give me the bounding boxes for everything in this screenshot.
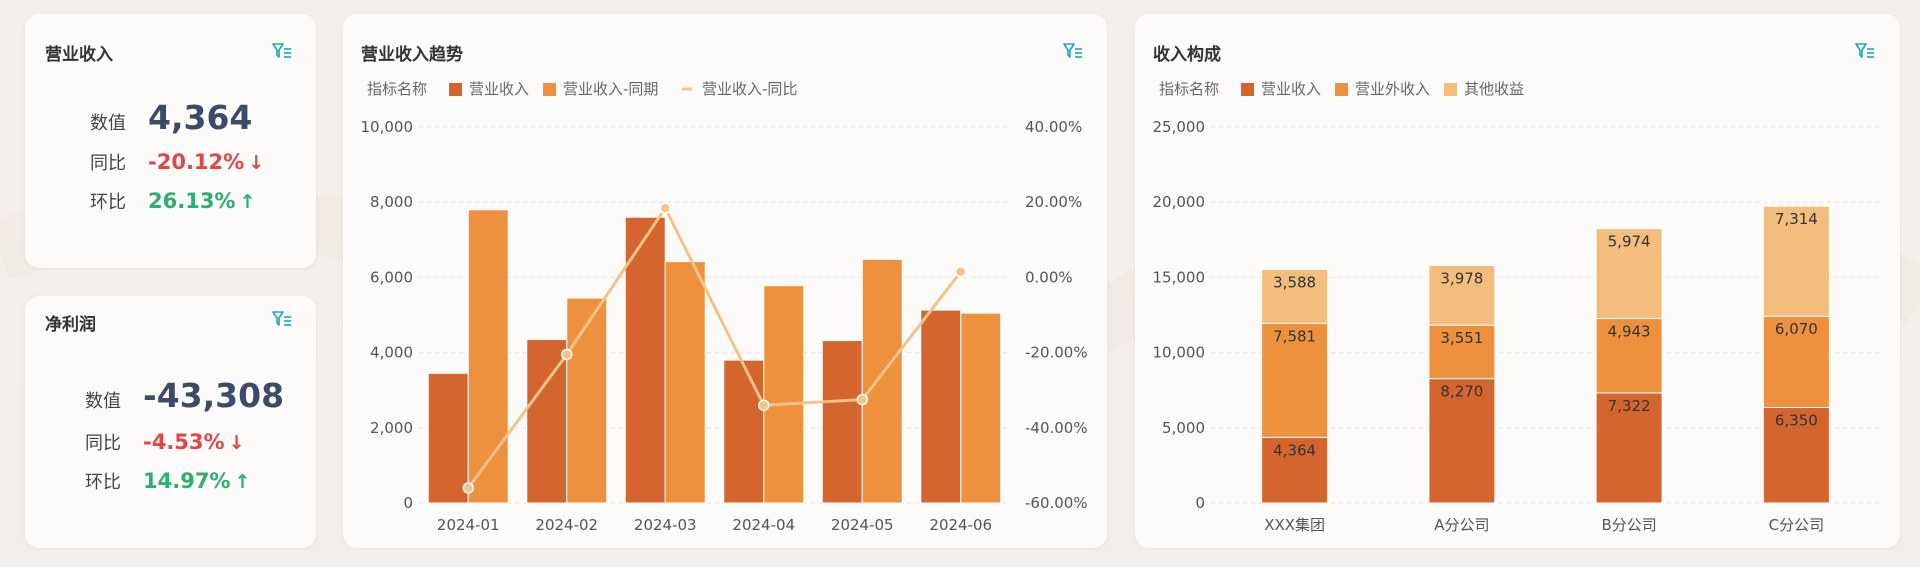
card-title: 营业收入 — [45, 45, 113, 65]
legend-item-label: 营业收入 — [1261, 80, 1321, 98]
x-tick-label: 2024-02 — [535, 516, 598, 534]
data-label: 5,974 — [1608, 233, 1651, 251]
x-tick-label: 2024-03 — [634, 516, 697, 534]
value-label: 数值 — [90, 113, 126, 134]
arrow-down-icon: ↓ — [228, 432, 245, 454]
line-point — [659, 202, 671, 214]
yoy-value: -4.53% — [143, 430, 225, 454]
y-tick-label: 8,000 — [370, 193, 413, 211]
data-label: 7,322 — [1608, 397, 1651, 415]
chart-title: 营业收入趋势 — [361, 45, 463, 65]
bar-revenue — [723, 359, 765, 504]
x-tick-label: XXX集团 — [1264, 516, 1325, 534]
data-label: 7,314 — [1775, 210, 1818, 228]
x-tick-label: A分公司 — [1434, 516, 1489, 534]
line-point — [561, 348, 573, 361]
filter-icon[interactable] — [1855, 42, 1875, 60]
kpi-card-net-profit: 净利润 数值 -43,308 同比 -4.53% ↓ 环比 14.97% ↑ — [25, 296, 316, 548]
line-point — [856, 393, 868, 406]
kpi-value: -43,308 — [143, 376, 285, 415]
line-point — [955, 266, 967, 278]
card-title: 净利润 — [45, 315, 96, 335]
yoy-label: 同比 — [85, 433, 121, 454]
data-label: 6,350 — [1775, 411, 1818, 429]
arrow-down-icon: ↓ — [248, 152, 265, 174]
filter-icon[interactable] — [272, 42, 292, 60]
line-point — [758, 399, 770, 411]
legend-item-label: 其他收益 — [1464, 80, 1524, 98]
legend-swatch — [543, 83, 556, 96]
legend-swatch — [1241, 83, 1254, 96]
y-tick-label: 10,000 — [1153, 344, 1206, 362]
y2-tick-label: -40.00% — [1025, 419, 1088, 437]
y-tick-label: 2,000 — [370, 419, 413, 437]
y-tick-label: 6,000 — [370, 268, 413, 286]
legend-title: 指标名称 — [367, 80, 427, 98]
data-label: 3,978 — [1440, 269, 1483, 287]
bar-revenue-prior — [861, 258, 903, 504]
arrow-up-icon: ↑ — [234, 471, 251, 493]
mom-label: 环比 — [90, 192, 126, 213]
yoy-label: 同比 — [90, 153, 126, 174]
data-label: 6,070 — [1775, 320, 1818, 338]
x-tick-label: 2024-01 — [437, 516, 500, 534]
y-tick-label: 4,000 — [370, 344, 413, 362]
bar-revenue — [427, 372, 469, 504]
bar-revenue-prior — [664, 261, 706, 504]
legend-title: 指标名称 — [1159, 80, 1219, 98]
y-tick-label: 25,000 — [1153, 118, 1206, 136]
kpi-value: 4,364 — [148, 98, 253, 137]
revenue-composition-chart: 指标名称 营业收入 营业外收入 其他收益 25,000 20,000 15,000 10,00… — [1153, 80, 1880, 534]
y-tick-label: 5,000 — [1162, 419, 1205, 437]
bar-revenue-prior — [566, 297, 608, 504]
mom-label: 环比 — [85, 472, 121, 493]
x-tick-label: 2024-05 — [831, 516, 894, 534]
y2-tick-label: 20.00% — [1025, 193, 1082, 211]
mom-value: 26.13% — [148, 189, 236, 213]
filter-icon[interactable] — [272, 310, 292, 328]
legend-swatch — [1444, 83, 1457, 96]
revenue-trend-chart: 指标名称 营业收入 营业收入-同期 营业收入-同比 10,000 40.00% 8,000 2… — [361, 80, 1088, 534]
arrow-up-icon: ↑ — [239, 191, 256, 213]
value-label: 数值 — [85, 391, 121, 412]
mom-value: 14.97% — [143, 469, 231, 493]
y-tick-label: 20,000 — [1153, 193, 1206, 211]
bar-revenue — [920, 309, 962, 504]
x-tick-label: 2024-06 — [929, 516, 992, 534]
kpi-card-revenue: 营业收入 数值 4,364 同比 -20.12% ↓ 环比 26.13% ↑ — [25, 14, 316, 268]
y2-tick-label: -60.00% — [1025, 494, 1088, 512]
legend-item-label: 营业收入 — [469, 80, 529, 98]
yoy-value: -20.12% — [148, 150, 245, 174]
data-label: 4,943 — [1608, 323, 1651, 341]
legend-swatch — [449, 83, 462, 96]
y-tick-label: 0 — [1195, 494, 1205, 512]
line-point — [462, 482, 474, 494]
data-label: 3,588 — [1273, 273, 1316, 291]
x-tick-label: C分公司 — [1769, 516, 1824, 534]
x-tick-label: B分公司 — [1601, 516, 1656, 534]
legend-item-label: 营业收入-同比 — [702, 80, 797, 98]
legend-item-label: 营业外收入 — [1355, 80, 1430, 98]
bar-revenue-prior — [763, 285, 805, 504]
y-tick-label: 15,000 — [1153, 268, 1206, 286]
y-tick-label: 10,000 — [361, 118, 414, 136]
legend-swatch — [1335, 83, 1348, 96]
data-label: 4,364 — [1273, 441, 1316, 459]
y2-tick-label: 40.00% — [1025, 118, 1082, 136]
data-label: 7,581 — [1273, 327, 1316, 345]
bar-revenue-prior — [960, 312, 1002, 504]
chart-title: 收入构成 — [1153, 45, 1221, 65]
x-tick-label: 2024-04 — [732, 516, 795, 534]
legend-item-label: 营业收入-同期 — [563, 80, 658, 98]
data-label: 8,270 — [1440, 383, 1483, 401]
y2-tick-label: 0.00% — [1025, 268, 1073, 286]
data-label: 3,551 — [1440, 329, 1483, 347]
bar-revenue — [821, 340, 863, 504]
filter-icon[interactable] — [1063, 42, 1083, 60]
y-tick-label: 0 — [403, 494, 413, 512]
y2-tick-label: -20.00% — [1025, 344, 1088, 362]
